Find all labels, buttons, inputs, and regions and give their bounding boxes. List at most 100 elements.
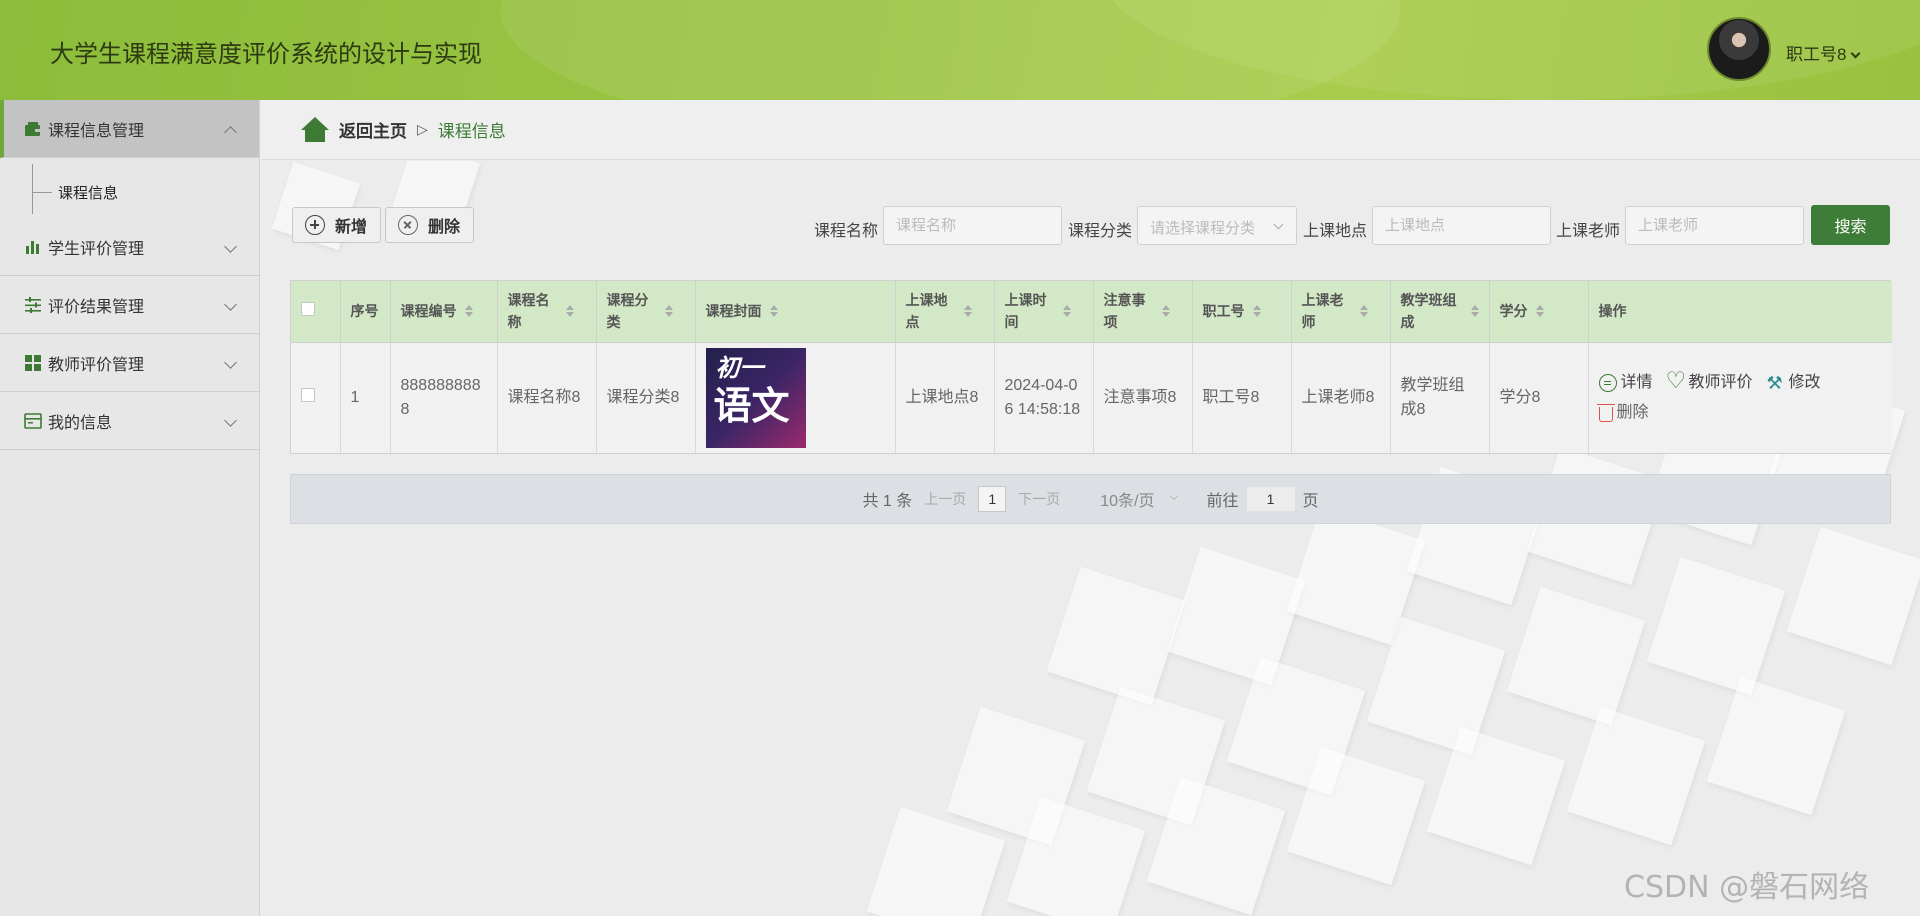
column-header[interactable]: 教学班组成 [1390,281,1490,342]
watermark: CSDN @磐石网络 [1624,870,1870,905]
sort-icon[interactable] [1535,305,1544,318]
course-name-input[interactable] [883,206,1062,245]
sort-icon[interactable] [963,305,972,318]
breadcrumb-separator: ▷ [417,121,428,137]
sidebar-item-label: 教师评价管理 [48,356,145,374]
location-input[interactable] [1372,206,1551,245]
teacher-input[interactable] [1625,206,1804,245]
teacher-evaluate-action[interactable]: 教师评价 [1666,368,1753,395]
close-circle-icon [398,215,418,235]
column-header[interactable]: 课程分类 [596,281,696,342]
cell-category: 课程分类8 [596,341,696,453]
table-header-row: 序号 课程编号 课程名称 课程分类 课程封面 上课地点 上课时间 注意事项 职工… [291,281,1892,342]
sidebar-item-evaluation-results[interactable]: 评价结果管理 [0,276,259,334]
sort-icon[interactable] [1161,305,1170,318]
column-header[interactable]: 上课地点 [895,281,995,342]
goto-label: 前往 [1206,493,1239,510]
search-button[interactable]: 搜索 [1811,205,1890,245]
chevron-up-icon [224,126,237,139]
cell-cover: 初一 语文 [695,341,896,453]
sort-icon[interactable] [1252,305,1261,318]
edit-action[interactable]: 修改 [1767,371,1821,395]
bar-chart-icon [26,240,39,254]
chevron-down-icon [224,298,237,311]
sidebar-item-course-info-management[interactable]: 课程信息管理 [0,100,259,158]
row-select-cell[interactable] [291,341,341,453]
column-header[interactable]: 学分 [1489,281,1589,342]
breadcrumb-home-link[interactable]: 返回主页 [339,117,407,142]
sidebar-item-label: 课程信息管理 [48,122,145,140]
column-header[interactable]: 课程编号 [390,281,498,342]
sort-icon[interactable] [1359,305,1368,318]
sort-icon[interactable] [769,305,778,318]
row-checkbox[interactable] [301,387,315,402]
background-tile [1646,556,1786,696]
course-category-label: 课程分类 [1068,223,1133,240]
location-label: 上课地点 [1303,223,1368,240]
column-header: 操作 [1588,281,1892,342]
background-tile [1506,586,1646,726]
teacher-label: 上课老师 [1556,223,1621,240]
cell-index: 1 [340,341,391,453]
top-header: 大学生课程满意度评价系统的设计与实现 职工号8 [0,0,1920,100]
cover-text-grade: 初一 [715,353,764,382]
column-header[interactable]: 注意事项 [1093,281,1193,342]
cell-course-no: 8888888888 [390,341,498,453]
chevron-down-icon [224,414,237,427]
sidebar-item-my-info[interactable]: 我的信息 [0,392,259,450]
prev-page-button[interactable]: 上一页 [924,489,966,509]
background-tile [1706,676,1846,816]
pagination: 共 1 条 上一页 1 下一页 10条/页 前往 1 页 [290,474,1891,524]
chevron-down-icon [1851,48,1861,59]
column-header: 序号 [340,281,391,342]
goto-suffix: 页 [1302,493,1319,510]
column-header[interactable]: 上课老师 [1291,281,1391,342]
user-avatar[interactable] [1707,17,1771,81]
breadcrumb: 返回主页 ▷ 课程信息 [261,100,1920,160]
column-header[interactable]: 职工号 [1192,281,1292,342]
course-category-select[interactable]: 请选择课程分类 [1137,206,1297,245]
sliders-icon [25,296,41,313]
sort-icon[interactable] [464,305,473,318]
sidebar-item-teacher-evaluation[interactable]: 教师评价管理 [0,334,259,392]
breadcrumb-current: 课程信息 [437,122,506,141]
wrench-icon [1767,371,1785,395]
cell-actions: 详情 教师评价 修改 删除 [1588,341,1892,453]
add-button[interactable]: 新增 [292,207,381,243]
column-header[interactable]: 上课时间 [994,281,1094,342]
sidebar-subitem-label: 课程信息 [58,185,119,202]
delete-action[interactable]: 删除 [1596,401,1649,425]
sort-icon[interactable] [1062,305,1071,318]
pagination-total: 共 1 条 [862,493,913,510]
cell-time: 2024-04-06 14:58:18 [994,341,1094,453]
wallet-icon [25,121,40,136]
page-number-current[interactable]: 1 [978,486,1007,512]
chevron-down-icon [224,356,237,369]
sidebar-item-student-evaluation[interactable]: 学生评价管理 [0,218,259,276]
next-page-button[interactable]: 下一页 [1018,489,1060,509]
sort-icon[interactable] [1470,305,1479,318]
page-size-select[interactable]: 10条/页 [1100,487,1180,511]
sort-icon[interactable] [664,305,673,318]
cell-location: 上课地点8 [895,341,995,453]
column-header[interactable]: 课程封面 [695,281,896,342]
sidebar-item-label: 我的信息 [48,414,113,432]
sidebar-subitem-course-info[interactable]: 课程信息 [0,158,259,218]
detail-action[interactable]: 详情 [1598,371,1653,395]
home-icon[interactable] [301,116,329,143]
cover-text-subject: 语文 [713,383,790,428]
delete-button[interactable]: 删除 [385,207,474,243]
sort-icon[interactable] [565,305,574,318]
course-cover-image[interactable]: 初一 语文 [705,347,806,448]
course-table: 序号 课程编号 课程名称 课程分类 课程封面 上课地点 上课时间 注意事项 职工… [290,280,1892,454]
sidebar-item-label: 评价结果管理 [48,298,145,316]
select-all-checkbox[interactable] [301,302,315,317]
cell-teacher: 上课老师8 [1291,341,1391,453]
chevron-down-icon [224,240,237,253]
detail-icon [1598,373,1617,392]
select-all-cell[interactable] [291,281,341,342]
goto-page-input[interactable]: 1 [1246,487,1295,511]
user-menu[interactable]: 职工号8 [1786,40,1861,65]
course-category-placeholder: 请选择课程分类 [1150,220,1256,237]
column-header[interactable]: 课程名称 [497,281,597,342]
